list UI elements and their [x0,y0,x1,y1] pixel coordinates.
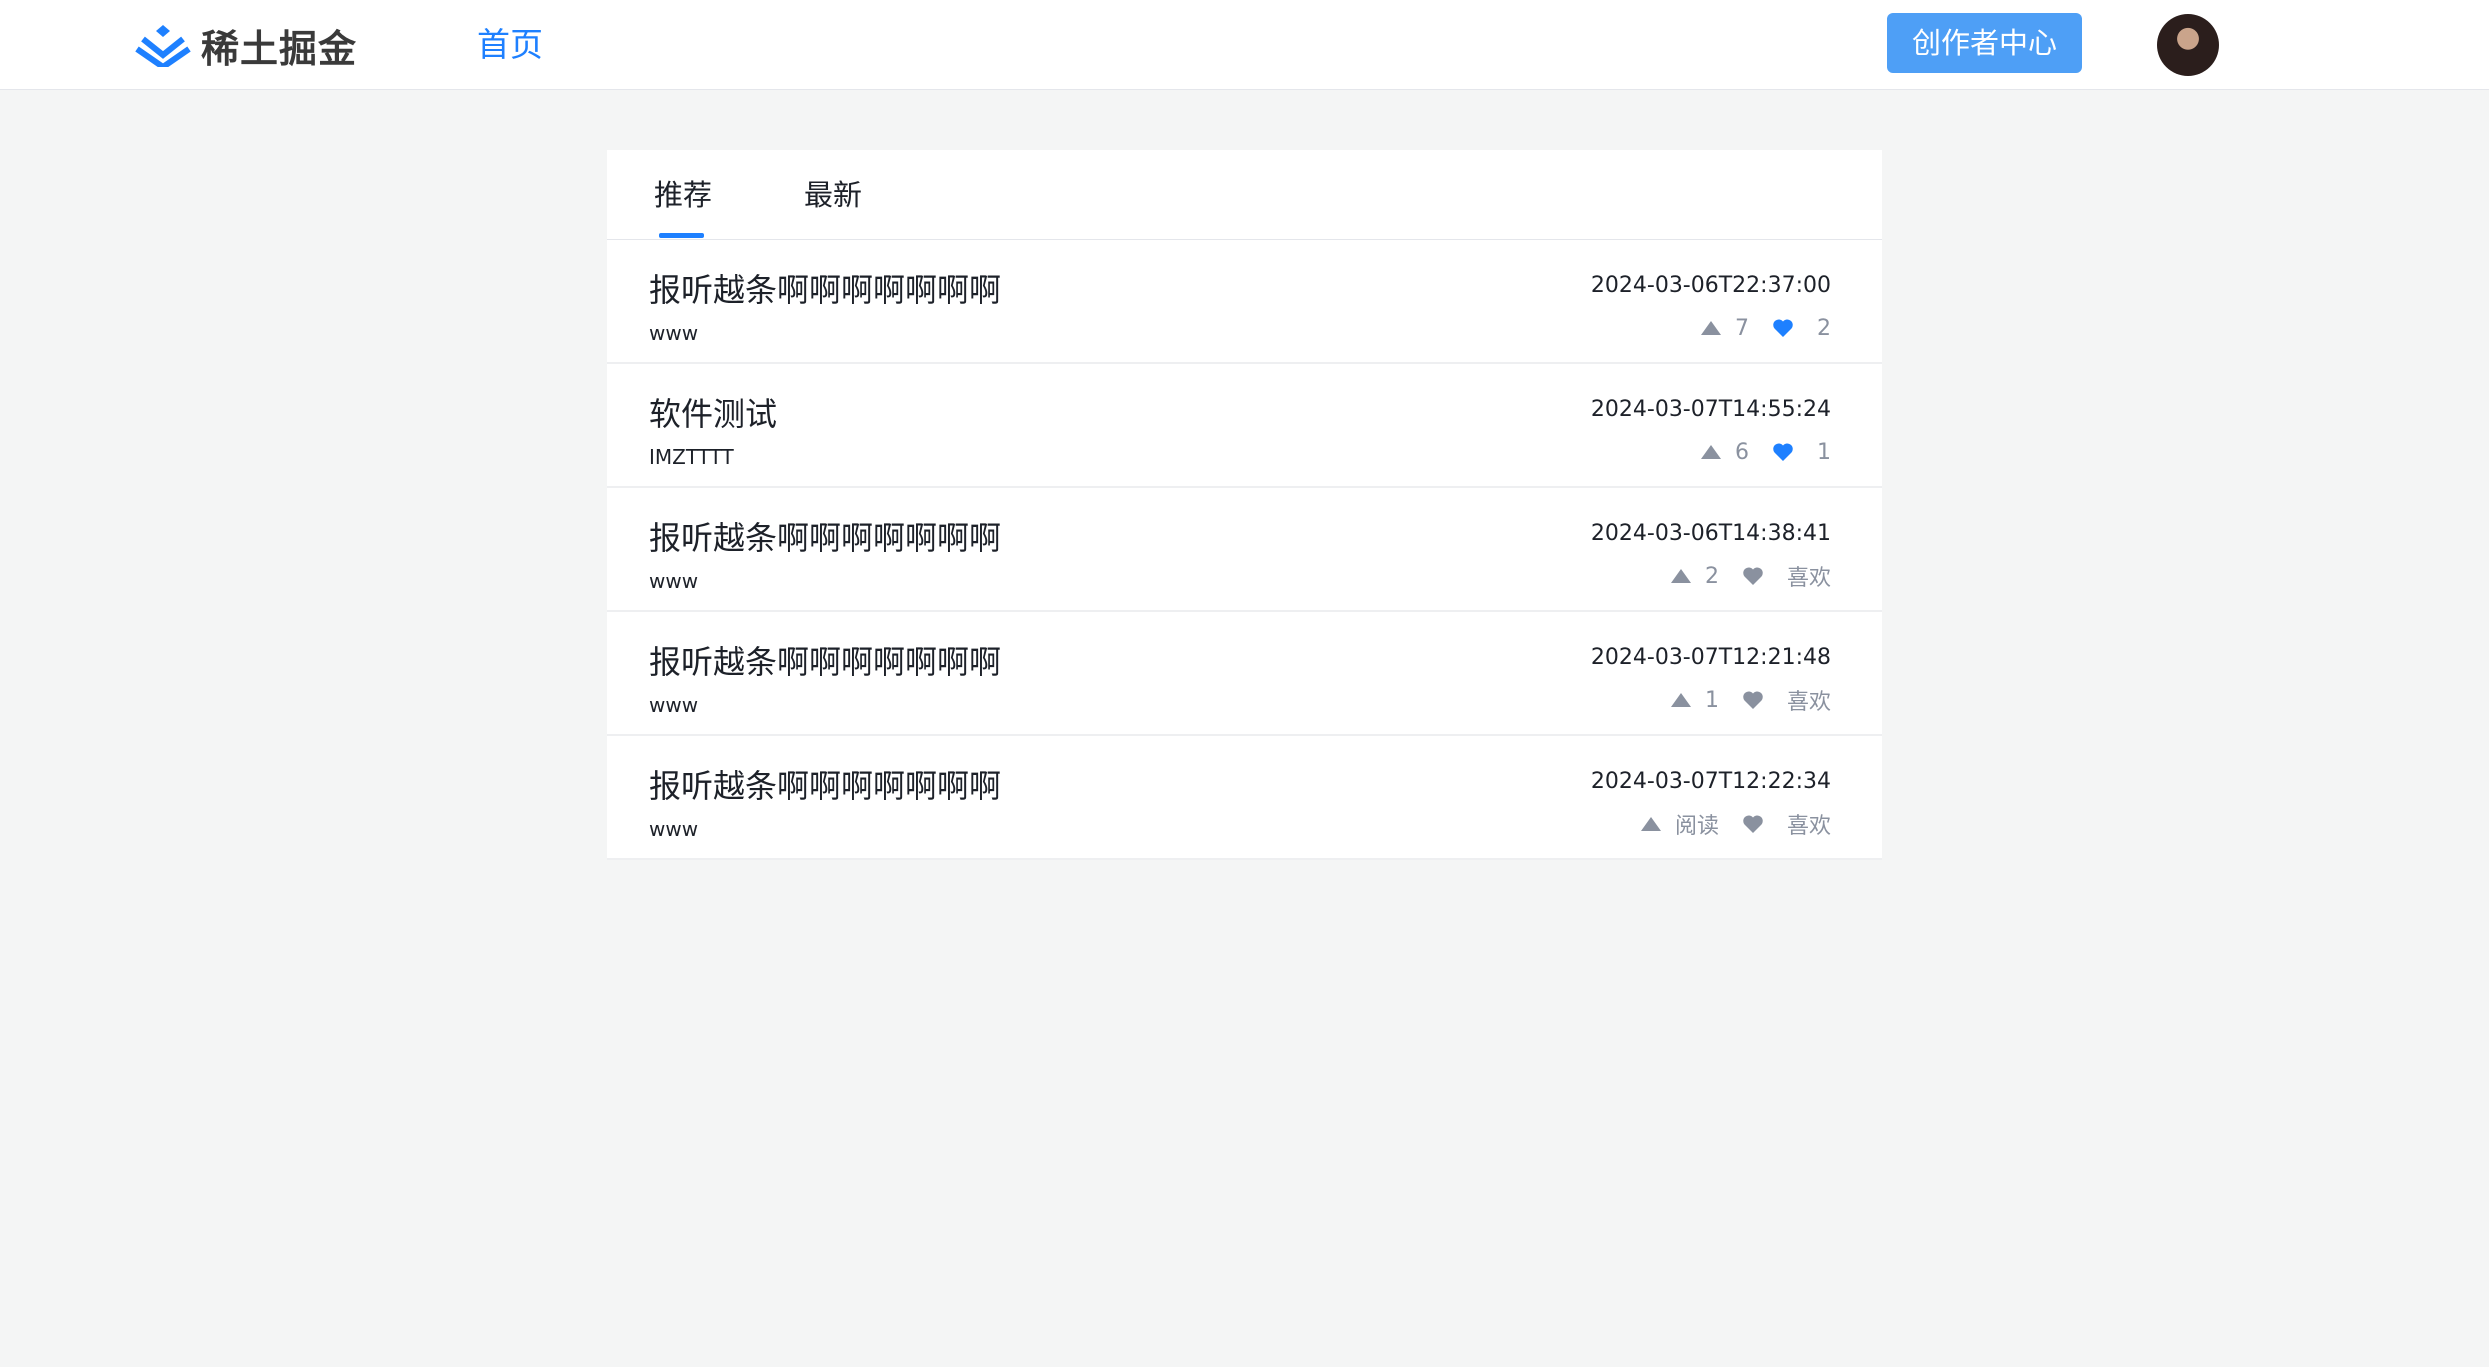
article-author: www [649,569,699,593]
view-count: 1 [1704,687,1719,713]
tab-latest[interactable]: 最新 [804,174,862,216]
creator-center-button[interactable]: 创作者中心 [1887,13,2082,73]
like-count: 喜欢 [1786,690,1831,715]
view-count: 2 [1704,563,1719,589]
view-triangle-icon [1699,440,1723,464]
like-heart-icon[interactable] [1771,316,1795,340]
tab-recommended[interactable]: 推荐 [654,174,712,216]
article-feed-panel: 推荐 最新 报听越条啊啊啊啊啊啊啊 www 2024-03-06T22:37:00 7… [607,150,1882,860]
article-date: 2024-03-07T12:21:48 [1590,645,1831,670]
logo-text: 稀土掘金 [201,26,358,71]
like-heart-icon[interactable] [1741,812,1765,836]
active-tab-indicator [659,233,704,238]
article-stats: 2 喜欢 [1669,559,1831,593]
view-count: 6 [1735,439,1749,465]
article-row[interactable]: 报听越条啊啊啊啊啊啊啊 www 2024-03-06T14:38:41 2 喜欢 [607,488,1882,612]
article-author: www [649,321,699,345]
like-heart-icon[interactable] [1741,688,1765,712]
view-count: 7 [1735,315,1749,341]
article-stats: 61 [1699,435,1831,469]
article-date: 2024-03-06T22:37:00 [1590,273,1831,298]
view-count: 阅读 [1674,814,1719,839]
article-date: 2024-03-07T12:22:34 [1590,769,1831,794]
view-triangle-icon [1669,564,1693,588]
like-count: 喜欢 [1786,814,1831,839]
top-navbar: 稀土掘金 首页 创作者中心 [0,0,2489,90]
article-row[interactable]: 报听越条啊啊啊啊啊啊啊 www 2024-03-07T12:22:34 阅读 喜欢 [607,736,1882,860]
like-count: 2 [1817,315,1831,341]
view-triangle-icon [1699,316,1723,340]
article-date: 2024-03-06T14:38:41 [1590,521,1831,546]
article-title[interactable]: 报听越条啊啊啊啊啊啊啊 [649,268,1001,312]
article-title[interactable]: 报听越条啊啊啊啊啊啊啊 [649,764,1001,808]
article-title[interactable]: 报听越条啊啊啊啊啊啊啊 [649,516,1001,560]
article-author: IMZTTTT [649,445,734,469]
article-title[interactable]: 报听越条啊啊啊啊啊啊啊 [649,640,1001,684]
feed-tabs: 推荐 最新 [607,150,1882,240]
article-author: www [649,817,699,841]
article-stats: 72 [1699,311,1831,345]
like-heart-icon[interactable] [1741,564,1765,588]
article-title[interactable]: 软件测试 [649,392,777,436]
site-logo[interactable]: 稀土掘金 [135,18,357,72]
like-count: 1 [1817,439,1831,465]
article-row[interactable]: 报听越条啊啊啊啊啊啊啊 www 2024-03-06T22:37:00 7 2 [607,240,1882,364]
article-date: 2024-03-07T14:55:24 [1590,397,1831,422]
juejin-logo-icon [135,25,191,67]
view-triangle-icon [1639,812,1663,836]
view-triangle-icon [1669,688,1693,712]
like-count: 喜欢 [1786,566,1831,591]
nav-home-link[interactable]: 首页 [477,22,543,68]
article-row[interactable]: 软件测试 IMZTTTT 2024-03-07T14:55:24 6 1 [607,364,1882,488]
user-avatar[interactable] [2157,14,2219,76]
like-heart-icon[interactable] [1771,440,1795,464]
article-row[interactable]: 报听越条啊啊啊啊啊啊啊 www 2024-03-07T12:21:48 1 喜欢 [607,612,1882,736]
article-list: 报听越条啊啊啊啊啊啊啊 www 2024-03-06T22:37:00 7 2 软件测试 I… [607,240,1882,860]
article-author: www [649,693,699,717]
article-stats: 1 喜欢 [1669,683,1831,717]
article-stats: 阅读 喜欢 [1639,807,1831,841]
